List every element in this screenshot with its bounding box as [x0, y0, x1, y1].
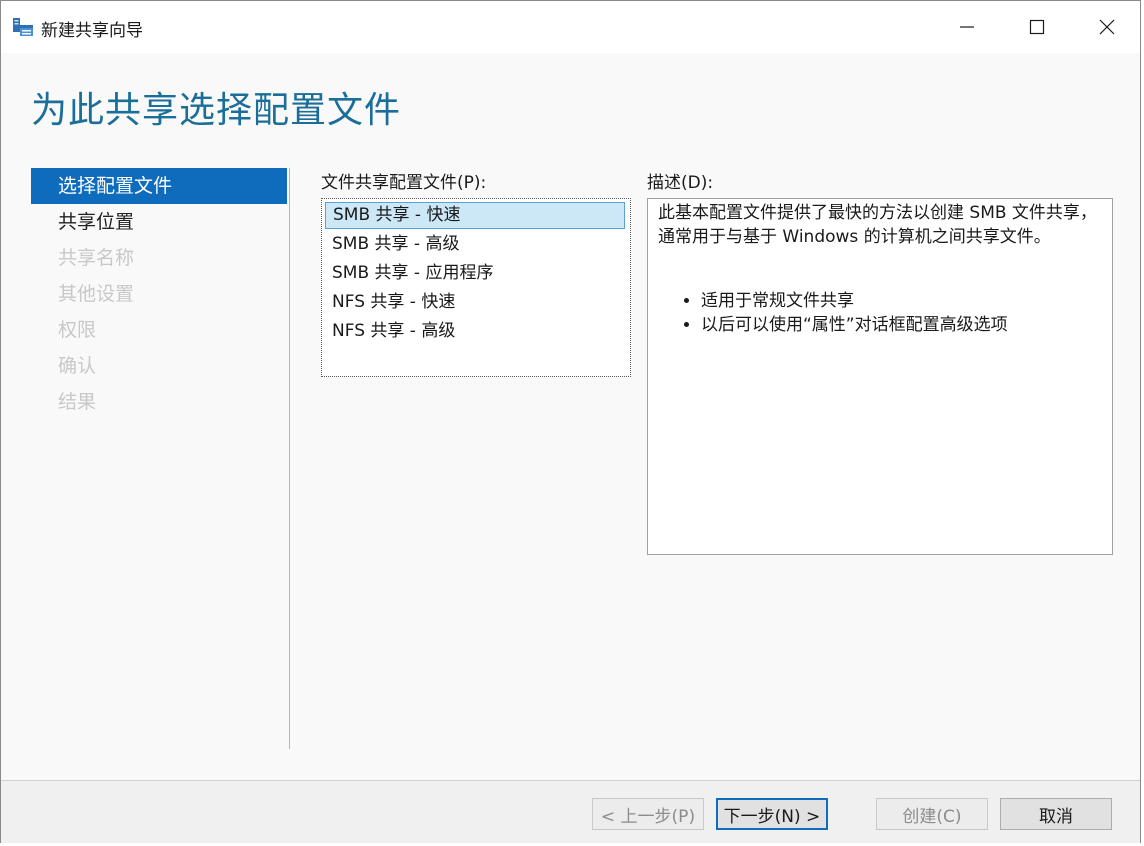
- profiles-listbox[interactable]: SMB 共享 - 快速 SMB 共享 - 高级 SMB 共享 - 应用程序 NF…: [321, 198, 631, 377]
- next-button[interactable]: 下一步(N) >: [716, 798, 828, 830]
- nav-item-share-name: 共享名称: [58, 247, 135, 269]
- minimize-button[interactable]: [937, 7, 997, 47]
- list-item[interactable]: SMB 共享 - 高级: [325, 231, 625, 258]
- title-bar[interactable]: 新建共享向导: [1, 1, 1140, 53]
- page-title: 为此共享选择配置文件: [31, 90, 402, 131]
- description-text: 此基本配置文件提供了最快的方法以创建 SMB 文件共享，通常用于与基于 Wind…: [658, 203, 1097, 247]
- description-label: 描述(D):: [647, 173, 714, 193]
- list-item[interactable]: NFS 共享 - 快速: [325, 289, 625, 316]
- close-button[interactable]: [1077, 7, 1137, 47]
- previous-button[interactable]: < 上一步(P): [592, 798, 704, 830]
- list-item[interactable]: SMB 共享 - 应用程序: [325, 260, 625, 287]
- nav-item-permissions: 权限: [58, 319, 97, 341]
- nav-item-other-settings: 其他设置: [58, 283, 135, 305]
- list-item[interactable]: SMB 共享 - 快速: [325, 202, 625, 229]
- maximize-icon: [1029, 19, 1045, 35]
- description-bullets: 适用于常规文件共享 以后可以使用“属性”对话框配置高级选项: [658, 289, 1102, 337]
- shared-folder-icon: [13, 18, 33, 36]
- profiles-label: 文件共享配置文件(P):: [321, 173, 487, 193]
- close-icon: [1099, 19, 1115, 35]
- nav-item-share-location[interactable]: 共享位置: [31, 204, 287, 240]
- list-item[interactable]: NFS 共享 - 高级: [325, 318, 625, 345]
- cancel-button[interactable]: 取消: [1000, 798, 1112, 830]
- nav-divider: [289, 168, 290, 749]
- description-box[interactable]: 此基本配置文件提供了最快的方法以创建 SMB 文件共享，通常用于与基于 Wind…: [647, 198, 1113, 555]
- wizard-steps-nav: 选择配置文件 共享位置 共享名称 其他设置 权限 确认 结果: [31, 168, 287, 420]
- window-title: 新建共享向导: [41, 21, 143, 41]
- maximize-button[interactable]: [1007, 7, 1067, 47]
- nav-item-results: 结果: [58, 391, 97, 413]
- description-bullet: 以后可以使用“属性”对话框配置高级选项: [701, 313, 1102, 337]
- description-bullet: 适用于常规文件共享: [701, 289, 1102, 313]
- create-button[interactable]: 创建(C): [876, 798, 988, 830]
- nav-item-confirmation: 确认: [58, 355, 97, 377]
- minimize-icon: [960, 26, 974, 28]
- wizard-window: 新建共享向导 为此共享选择配置文件 选择配置文件 共享位置 共享名称 其他设置 …: [0, 0, 1141, 843]
- nav-item-select-profile[interactable]: 选择配置文件: [31, 168, 287, 204]
